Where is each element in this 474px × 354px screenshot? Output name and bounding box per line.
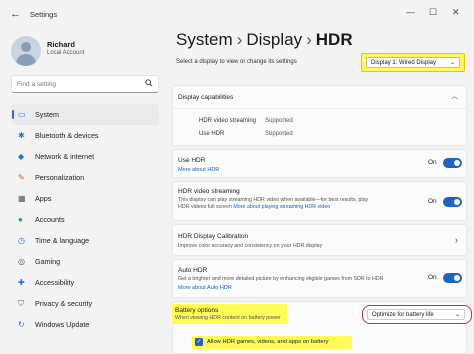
sidebar-item-system[interactable]: ▭ System xyxy=(11,104,159,125)
accessibility-icon: ✚ xyxy=(18,278,25,287)
brush-icon: ✎ xyxy=(18,173,25,182)
auto-hdr-desc: Get a brighter and more detailed picture… xyxy=(178,276,384,282)
person-icon: ● xyxy=(18,215,23,224)
sidebar-item-time-language[interactable]: ◷ Time & language xyxy=(11,230,159,251)
close-button[interactable]: ✕ xyxy=(452,7,460,18)
capability-value: Supported xyxy=(265,131,293,137)
more-about-auto-hdr-link[interactable]: More about Auto HDR xyxy=(178,285,232,291)
clock-icon: ◷ xyxy=(18,236,25,245)
hdr-calibration-desc: Improve color accuracy and consistency o… xyxy=(178,243,323,249)
breadcrumb: System › Display › HDR xyxy=(176,30,353,50)
capability-value: Supported xyxy=(265,118,293,124)
breadcrumb-separator: › xyxy=(236,30,243,49)
capabilities-title: Display capabilities xyxy=(178,94,234,101)
title-bar: ← Settings — ☐ ✕ xyxy=(0,0,474,30)
battery-options-highlight: Battery options When viewing HDR content… xyxy=(172,304,287,324)
hdr-streaming-state: On xyxy=(428,198,437,205)
use-hdr-toggle[interactable] xyxy=(443,158,462,168)
capability-name: Use HDR xyxy=(199,131,225,137)
hdr-streaming-toggle[interactable] xyxy=(443,197,462,207)
app-title: Settings xyxy=(30,10,58,19)
bluetooth-icon: ✱ xyxy=(18,131,25,140)
search-input[interactable] xyxy=(17,78,137,91)
wifi-icon: ◆ xyxy=(18,152,25,161)
auto-hdr-title: Auto HDR xyxy=(178,267,208,274)
sidebar-item-personalization[interactable]: ✎ Personalization xyxy=(11,167,159,188)
monitor-icon: ▭ xyxy=(18,110,26,119)
hdr-calibration-title: HDR Display Calibration xyxy=(178,233,249,240)
chevron-up-icon[interactable]: ︿ xyxy=(451,91,458,101)
display-dropdown[interactable]: Display 1: Wired Display ⌄ xyxy=(366,57,460,68)
sidebar-item-gaming[interactable]: ◎ Gaming xyxy=(11,251,159,272)
use-hdr-state: On xyxy=(428,159,437,166)
search-icon[interactable] xyxy=(145,79,153,89)
auto-hdr-toggle[interactable] xyxy=(443,273,462,283)
chevron-right-icon: › xyxy=(455,235,458,245)
minimize-button[interactable]: — xyxy=(406,7,415,17)
hdr-calibration-card[interactable]: HDR Display Calibration Improve color ac… xyxy=(172,224,467,256)
allow-hdr-on-battery-checkbox[interactable]: ✓ xyxy=(195,338,203,346)
allow-hdr-on-battery-label: Allow HDR games, videos, and apps on bat… xyxy=(207,339,329,345)
sidebar-item-windows-update[interactable]: ↻ Windows Update xyxy=(11,314,159,335)
auto-hdr-card: Auto HDR Get a brighter and more detaile… xyxy=(172,259,467,298)
hdr-streaming-title: HDR video streaming xyxy=(178,188,240,195)
use-hdr-title: Use HDR xyxy=(178,157,206,164)
sidebar-item-accessibility[interactable]: ✚ Accessibility xyxy=(11,272,159,293)
user-account-type: Local Account xyxy=(47,50,85,56)
use-hdr-card: Use HDR More about HDR xyxy=(172,149,467,178)
chevron-down-icon: ⌄ xyxy=(454,312,460,318)
sidebar-item-apps[interactable]: ▦ Apps xyxy=(11,188,159,209)
hdr-streaming-link[interactable]: More about playing streaming HDR video xyxy=(233,204,330,210)
sidebar-nav: ▭ System ✱ Bluetooth & devices ◆ Network… xyxy=(11,104,159,335)
battery-options-dropdown[interactable]: Optimize for battery life ⌄ xyxy=(367,309,465,320)
divider xyxy=(173,108,466,109)
page-title: HDR xyxy=(315,30,353,49)
display-select-prompt: Select a display to view or change its s… xyxy=(176,59,297,65)
sidebar-item-bluetooth[interactable]: ✱ Bluetooth & devices xyxy=(11,125,159,146)
capabilities-card[interactable]: Display capabilities ︿ HDR video streami… xyxy=(172,85,467,146)
apps-icon: ▦ xyxy=(18,194,26,203)
user-name: Richard xyxy=(47,40,75,49)
battery-options-desc: When viewing HDR content on battery powe… xyxy=(175,315,281,321)
update-icon: ↻ xyxy=(18,320,25,329)
sidebar-item-privacy[interactable]: ⛉ Privacy & security xyxy=(11,293,159,314)
sidebar-item-network[interactable]: ◆ Network & internet xyxy=(11,146,159,167)
auto-hdr-state: On xyxy=(428,274,437,281)
hdr-streaming-desc: This display can play streaming HDR vide… xyxy=(178,197,369,210)
back-arrow-icon[interactable]: ← xyxy=(10,8,21,20)
maximize-button[interactable]: ☐ xyxy=(429,7,437,18)
hdr-streaming-card: HDR video streaming This display can pla… xyxy=(172,181,467,221)
display-select-highlight: Display 1: Wired Display ⌄ xyxy=(361,53,465,72)
battery-options-title: Battery options xyxy=(175,307,219,314)
more-about-hdr-link[interactable]: More about HDR xyxy=(178,167,219,173)
shield-icon: ⛉ xyxy=(18,299,24,308)
sidebar-item-accounts[interactable]: ● Accounts xyxy=(11,209,159,230)
battery-select-annotation: Optimize for battery life ⌄ xyxy=(362,305,472,324)
breadcrumb-system[interactable]: System xyxy=(176,30,233,49)
chevron-down-icon: ⌄ xyxy=(449,60,455,66)
breadcrumb-display[interactable]: Display xyxy=(246,30,302,49)
gamepad-icon: ◎ xyxy=(18,257,25,266)
avatar[interactable] xyxy=(11,36,41,66)
allow-hdr-on-battery-highlight: ✓ Allow HDR games, videos, and apps on b… xyxy=(192,336,352,349)
capability-name: HDR video streaming xyxy=(199,118,257,124)
search-box[interactable] xyxy=(11,75,159,93)
breadcrumb-separator: › xyxy=(306,30,312,49)
